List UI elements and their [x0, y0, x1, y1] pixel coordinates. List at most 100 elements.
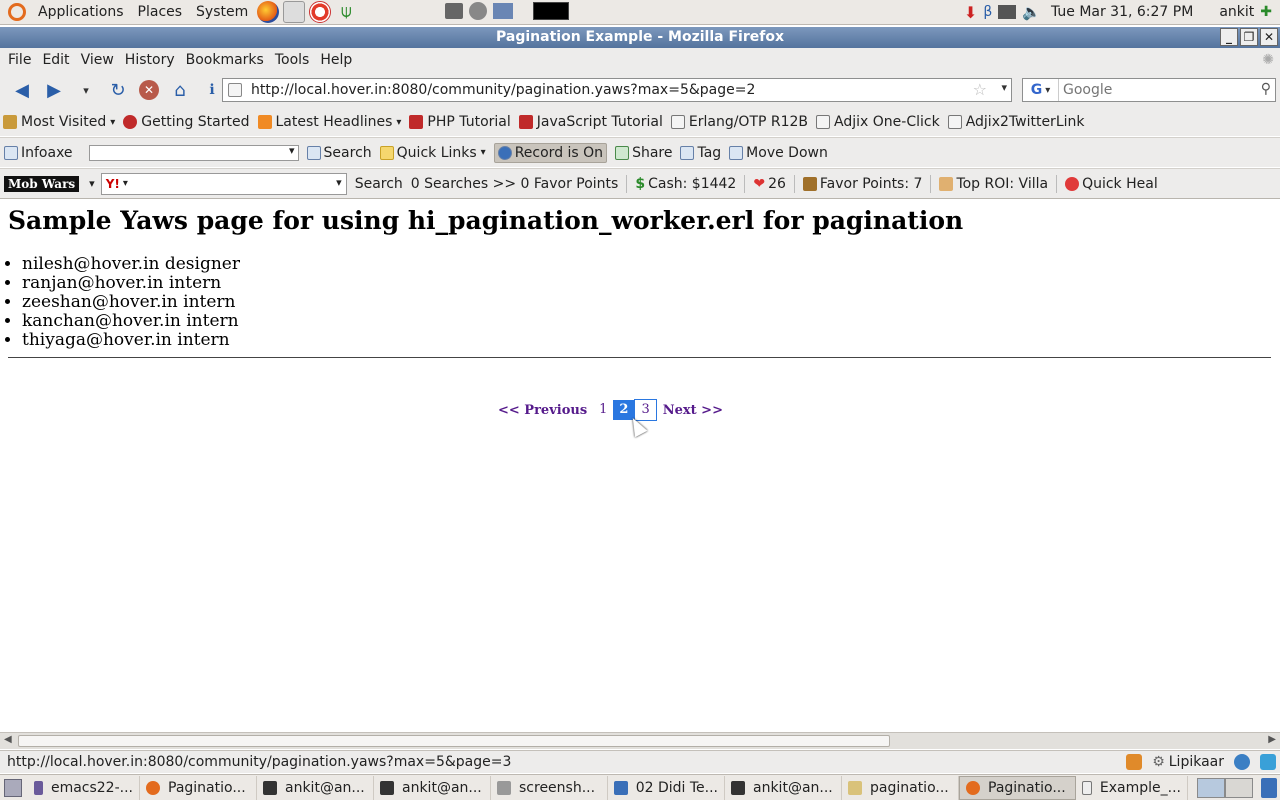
favor-points-display[interactable]: Favor Points: 7	[793, 174, 922, 193]
page-link-1[interactable]: 1	[593, 400, 613, 420]
close-button[interactable]: ✕	[1260, 28, 1278, 46]
yahoo-dropdown-icon[interactable]: ▾	[336, 176, 342, 189]
user-status-icon[interactable]: ✚	[1260, 4, 1272, 20]
stop-button[interactable]: ✕	[139, 80, 159, 100]
taskbar-item[interactable]: ankit@an...	[374, 775, 491, 800]
quick-heal-button[interactable]: Quick Heal	[1056, 174, 1158, 193]
screenshot-icon[interactable]	[445, 3, 463, 19]
yahoo-search-input[interactable]: Y! ▾ ▾	[100, 172, 347, 195]
user-name[interactable]: ankit	[1219, 4, 1254, 20]
maximize-button[interactable]: ❐	[1240, 28, 1258, 46]
divider	[8, 357, 1271, 358]
quick-links-button[interactable]: Quick Links ▾	[379, 145, 486, 161]
volume-icon[interactable]: 🔈	[1022, 3, 1041, 21]
taskbar-item[interactable]: 02 Didi Te...	[608, 775, 725, 800]
search-engine-button[interactable]: G ▾	[1023, 79, 1059, 101]
taskbar-item[interactable]: ankit@an...	[725, 775, 842, 800]
help-launcher-icon[interactable]	[309, 1, 332, 23]
network-icon[interactable]	[998, 5, 1017, 19]
bookmark-erlang-otp[interactable]: Erlang/OTP R12B	[670, 114, 808, 130]
move-down-button[interactable]: Move Down	[729, 145, 828, 161]
mobwars-logo[interactable]: Mob Wars	[4, 175, 80, 192]
places-menu[interactable]: Places	[131, 0, 190, 25]
firebug-icon[interactable]	[1126, 754, 1143, 770]
taskbar-item[interactable]: Example_...	[1076, 775, 1188, 800]
firefox-launcher-icon[interactable]	[257, 1, 280, 23]
bookmark-adjix2twitterlink[interactable]: Adjix2TwitterLink	[947, 114, 1084, 130]
menu-file[interactable]: File	[4, 52, 35, 68]
taskbar-item[interactable]: Paginatio...	[140, 775, 257, 800]
share-button[interactable]: Share	[615, 145, 672, 161]
bookmark-php-tutorial[interactable]: PHP Tutorial	[409, 114, 511, 130]
infoaxe-button[interactable]: Infoaxe	[4, 145, 73, 161]
history-dropdown-icon[interactable]: ▾	[75, 79, 97, 101]
url-bar[interactable]: http://local.hover.in:8080/community/pag…	[222, 78, 1012, 102]
reload-button[interactable]: ↻	[107, 79, 129, 101]
url-text[interactable]: http://local.hover.in:8080/community/pag…	[251, 82, 755, 98]
search-icon[interactable]: ⚲	[1261, 81, 1271, 97]
menu-tools[interactable]: Tools	[271, 52, 314, 68]
home-button[interactable]: ⌂	[169, 79, 191, 101]
minimize-button[interactable]: _	[1220, 28, 1238, 46]
search-bar[interactable]: G▾ ⚲	[1022, 78, 1276, 102]
mobwars-dropdown-icon[interactable]: ▾	[89, 177, 95, 190]
show-desktop-icon[interactable]	[4, 778, 22, 797]
back-button[interactable]: ◀	[11, 79, 33, 101]
scroll-left-icon[interactable]: ◀	[4, 734, 12, 745]
workspace-2[interactable]	[1225, 777, 1253, 798]
bookmark-getting-started[interactable]: Getting Started	[123, 114, 250, 130]
bluetooth-icon[interactable]: β	[983, 4, 992, 20]
menu-help[interactable]: Help	[316, 52, 356, 68]
page-info-button[interactable]: ℹ	[201, 79, 223, 101]
workspace-switcher[interactable]	[1197, 777, 1253, 798]
window-titlebar[interactable]: Pagination Example - Mozilla Firefox _ ❐…	[0, 27, 1280, 48]
settings-applet-icon[interactable]	[469, 2, 487, 20]
mail-launcher-icon[interactable]	[283, 1, 306, 23]
taskbar-item[interactable]: emacs22-...	[28, 775, 140, 800]
addon-icon[interactable]	[1234, 754, 1250, 770]
menu-edit[interactable]: Edit	[38, 52, 73, 68]
menu-view[interactable]: View	[77, 52, 118, 68]
search-input[interactable]	[1059, 82, 1249, 98]
top-roi-display[interactable]: Top ROI: Villa	[930, 174, 1048, 193]
next-link[interactable]: Next >>	[663, 403, 723, 418]
taskbar-item-active[interactable]: Paginatio...	[959, 775, 1076, 800]
trash-icon[interactable]	[1261, 777, 1277, 798]
bookmark-star-icon[interactable]: ☆	[973, 80, 987, 99]
applications-menu[interactable]: Applications	[31, 0, 131, 25]
menu-history[interactable]: History	[121, 52, 179, 68]
record-toggle[interactable]: Record is On	[493, 142, 608, 163]
horizontal-scrollbar[interactable]: ◀ ▶	[0, 732, 1280, 749]
hearts-display[interactable]: ❤ 26	[744, 174, 786, 193]
scroll-right-icon[interactable]: ▶	[1268, 734, 1276, 745]
tag-button[interactable]: Tag	[680, 145, 721, 161]
cash-display[interactable]: $ Cash: $1442	[626, 174, 736, 193]
workspace-applet-icon[interactable]	[493, 3, 513, 19]
clock[interactable]: Tue Mar 31, 6:27 PM	[1051, 4, 1193, 20]
bookmark-latest-headlines[interactable]: Latest Headlines ▾	[257, 114, 401, 130]
yahoo-search-button[interactable]: Search	[355, 176, 403, 192]
taskbar-item[interactable]: screensh...	[491, 775, 608, 800]
infoaxe-search-button[interactable]: Search	[306, 145, 372, 161]
scrollbar-thumb[interactable]	[18, 735, 890, 747]
skype-icon[interactable]	[1260, 754, 1276, 770]
taskbar-item[interactable]: ankit@an...	[257, 775, 374, 800]
system-menu[interactable]: System	[189, 0, 255, 25]
bookmark-adjix-one-click[interactable]: Adjix One-Click	[816, 114, 940, 130]
ubuntu-logo-icon[interactable]	[8, 3, 26, 21]
previous-link[interactable]: << Previous	[498, 403, 587, 418]
network-launcher-icon[interactable]: ⍦	[335, 1, 357, 23]
site-identity-icon[interactable]	[228, 83, 242, 97]
url-dropdown-icon[interactable]: ▾	[1001, 81, 1007, 94]
taskbar-item[interactable]: paginatio...	[842, 775, 959, 800]
rss-icon	[257, 115, 272, 129]
forward-button[interactable]: ▶	[43, 79, 65, 101]
workspace-1[interactable]	[1197, 777, 1225, 798]
lipikaar-button[interactable]: ⚙ Lipikaar	[1152, 754, 1224, 770]
system-monitor-applet[interactable]	[533, 2, 569, 20]
menu-bookmarks[interactable]: Bookmarks	[182, 52, 268, 68]
bookmark-javascript-tutorial[interactable]: JavaScript Tutorial	[518, 114, 663, 130]
download-icon[interactable]: ⬇	[964, 3, 977, 22]
bookmark-most-visited[interactable]: Most Visited ▾	[3, 114, 115, 130]
infoaxe-search-combo[interactable]	[81, 144, 299, 161]
